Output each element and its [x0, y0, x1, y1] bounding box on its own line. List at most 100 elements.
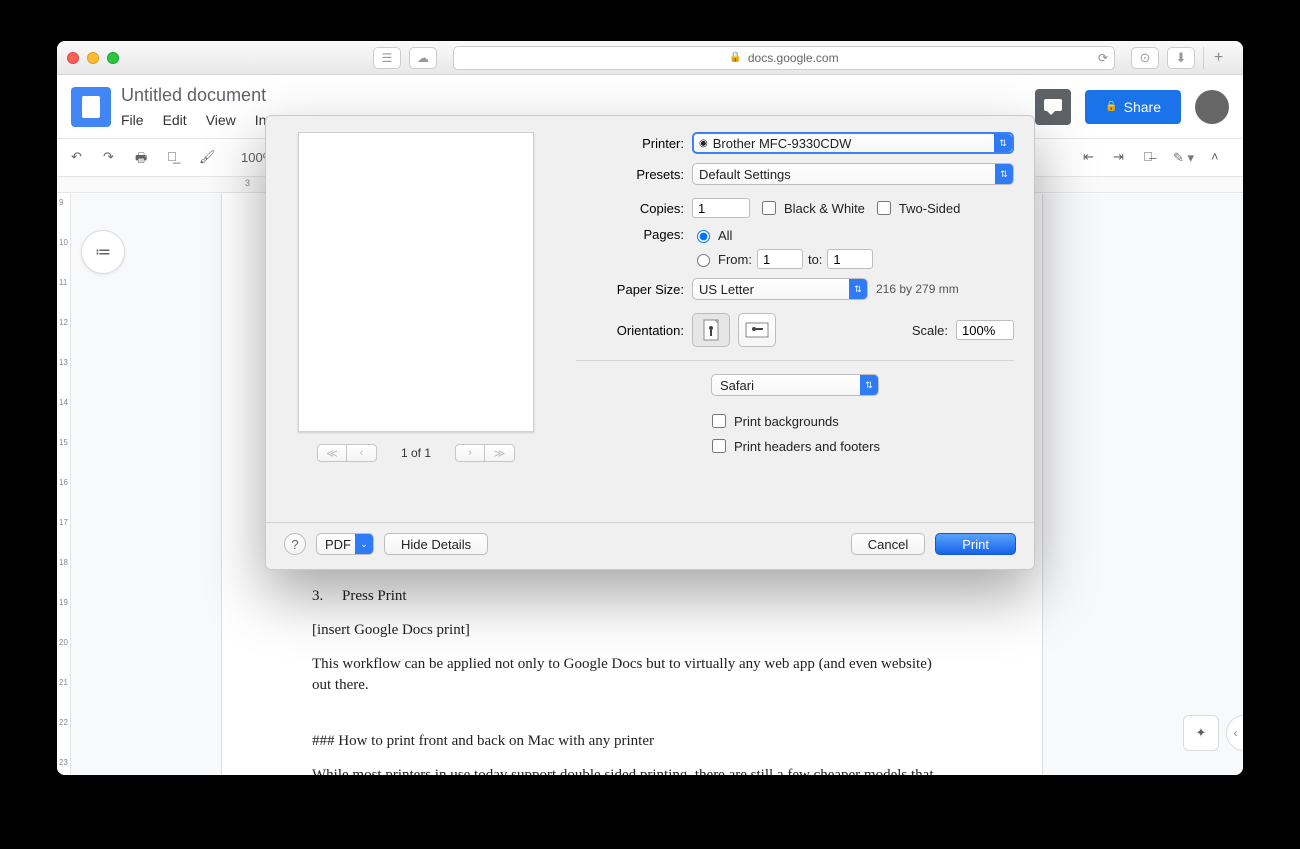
preview-last-page-button[interactable]: ≫	[485, 444, 515, 462]
minimize-window-button	[87, 52, 99, 64]
printer-select[interactable]: ◉ Brother MFC-9330CDW ⇅	[692, 132, 1014, 154]
pages-from-input[interactable]	[757, 249, 803, 269]
presets-label: Presets:	[576, 167, 684, 182]
doc-paragraph: This workflow can be applied not only to…	[312, 654, 952, 698]
presets-select[interactable]: Default Settings ⇅	[692, 163, 1014, 185]
share-label: Share	[1124, 99, 1161, 115]
preview-first-page-button[interactable]: ≪	[317, 444, 347, 462]
app-section-value: Safari	[720, 378, 754, 393]
dropdown-arrow-icon: ⇅	[994, 134, 1012, 152]
orientation-label: Orientation:	[576, 323, 684, 338]
copies-label: Copies:	[576, 201, 684, 216]
docs-menubar: File Edit View Ins	[121, 112, 273, 128]
menu-view[interactable]: View	[206, 112, 236, 128]
account-avatar[interactable]	[1195, 90, 1229, 124]
comments-button[interactable]	[1035, 89, 1071, 125]
dropdown-arrow-icon: ⇅	[995, 164, 1013, 184]
two-sided-checkbox[interactable]: Two-Sided	[873, 198, 960, 218]
redo-icon[interactable]: ↷	[103, 149, 121, 167]
doc-paragraph: While most printers in use today support…	[312, 765, 952, 775]
document-outline-button[interactable]: ≔	[81, 230, 125, 274]
divider	[576, 360, 1014, 361]
portrait-icon	[701, 318, 721, 342]
pages-label: Pages:	[576, 227, 684, 242]
clear-format-icon[interactable]: Ｔ̶	[1143, 149, 1161, 167]
pages-range-radio[interactable]: From: to:	[692, 249, 873, 269]
orientation-portrait-button[interactable]	[692, 313, 730, 347]
print-headers-footers-checkbox[interactable]: Print headers and footers	[708, 436, 1014, 456]
pages-to-input[interactable]	[827, 249, 873, 269]
paper-size-value: US Letter	[699, 282, 754, 297]
printer-value: Brother MFC-9330CDW	[713, 136, 852, 151]
paint-format-icon[interactable]: 🖌	[199, 149, 217, 167]
vertical-ruler: 9 10 11 12 13 14 15 16 17 18 19 20 21 22…	[57, 194, 71, 775]
window-controls	[67, 52, 119, 64]
address-text: docs.google.com	[748, 51, 839, 65]
orientation-landscape-button[interactable]	[738, 313, 776, 347]
presets-value: Default Settings	[699, 167, 791, 182]
print-form: Printer: ◉ Brother MFC-9330CDW ⇅ Presets…	[576, 132, 1014, 516]
print-icon[interactable]: 🖶	[135, 149, 153, 167]
google-docs-app: Untitled document File Edit View Ins 🔒 S…	[57, 75, 1243, 775]
print-dialog: ≪ ‹ 1 of 1 › ≫ Printer: ◉	[265, 115, 1035, 570]
print-button[interactable]: Print	[935, 533, 1016, 555]
downloads-button[interactable]: ⬇︎	[1167, 47, 1195, 69]
print-backgrounds-checkbox[interactable]: Print backgrounds	[708, 411, 1014, 431]
preview-page-indicator: 1 of 1	[377, 446, 455, 460]
safari-extension-button[interactable]: ☰	[373, 47, 401, 69]
dropdown-arrow-icon: ⌄	[355, 534, 373, 554]
pages-all-radio[interactable]: All	[692, 227, 873, 243]
document-title[interactable]: Untitled document	[121, 85, 273, 106]
printer-status-icon: ◉	[699, 138, 708, 149]
hide-details-button[interactable]: Hide Details	[384, 533, 488, 555]
preview-prev-page-button[interactable]: ‹	[347, 444, 377, 462]
dropdown-arrow-icon: ⇅	[860, 375, 878, 395]
reload-icon[interactable]: ⟳	[1098, 51, 1108, 65]
safari-toolbar: ☰ ☁︎ 🔒 docs.google.com ⟳ ⊙ ⬇︎ +	[57, 41, 1243, 75]
collapse-toolbar-icon[interactable]: ˄	[1211, 149, 1229, 167]
lock-icon: 🔒	[1105, 101, 1117, 112]
help-button[interactable]: ?	[284, 533, 306, 555]
doc-paragraph: [insert Google Docs print]	[312, 620, 952, 642]
editing-mode-button[interactable]: ✎ ▾	[1173, 148, 1199, 168]
close-window-button[interactable]	[67, 52, 79, 64]
landscape-icon	[744, 320, 770, 340]
doc-heading: ### How to print front and back on Mac w…	[312, 731, 952, 753]
printer-label: Printer:	[576, 136, 684, 151]
menu-edit[interactable]: Edit	[163, 112, 187, 128]
indent-icon[interactable]: ⇥	[1113, 149, 1131, 167]
list-item-3: 3. Press Print	[312, 586, 952, 608]
print-dialog-footer: ? PDF ⌄ Hide Details Cancel Print	[266, 522, 1034, 569]
share-button[interactable]: 🔒 Share	[1085, 90, 1181, 124]
app-section-select[interactable]: Safari ⇅	[711, 374, 879, 396]
menu-file[interactable]: File	[121, 112, 144, 128]
paper-dimensions: 216 by 279 mm	[876, 282, 959, 296]
docs-logo-icon[interactable]	[71, 87, 111, 127]
spellcheck-icon[interactable]: Ａ̲	[167, 149, 185, 167]
paper-size-select[interactable]: US Letter ⇅	[692, 278, 868, 300]
black-white-checkbox[interactable]: Black & White	[758, 198, 865, 218]
preview-next-page-button[interactable]: ›	[455, 444, 485, 462]
pdf-menu-button[interactable]: PDF ⌄	[316, 533, 374, 555]
scale-input[interactable]	[956, 320, 1014, 340]
lock-icon: 🔒	[729, 52, 741, 63]
print-preview-column: ≪ ‹ 1 of 1 › ≫	[286, 132, 546, 516]
side-panel-toggle[interactable]: ‹	[1226, 715, 1243, 751]
explore-button[interactable]: ✦	[1183, 715, 1219, 751]
safari-button-a[interactable]: ⊙	[1131, 47, 1159, 69]
cancel-button[interactable]: Cancel	[851, 533, 925, 555]
scale-label: Scale:	[912, 323, 948, 338]
new-tab-button[interactable]: +	[1203, 47, 1233, 69]
paper-size-label: Paper Size:	[576, 282, 684, 297]
copies-input[interactable]	[692, 198, 750, 218]
address-bar[interactable]: 🔒 docs.google.com ⟳	[453, 46, 1115, 70]
outdent-icon[interactable]: ⇤	[1083, 149, 1101, 167]
print-preview-nav: ≪ ‹ 1 of 1 › ≫	[317, 444, 515, 462]
undo-icon[interactable]: ↶	[71, 149, 89, 167]
ruler-tick: 3	[245, 178, 250, 188]
print-preview-page	[298, 132, 534, 432]
browser-window: ☰ ☁︎ 🔒 docs.google.com ⟳ ⊙ ⬇︎ + Untitled…	[57, 41, 1243, 775]
dropdown-arrow-icon: ⇅	[849, 279, 867, 299]
fullscreen-window-button[interactable]	[107, 52, 119, 64]
icloud-tabs-button[interactable]: ☁︎	[409, 47, 437, 69]
